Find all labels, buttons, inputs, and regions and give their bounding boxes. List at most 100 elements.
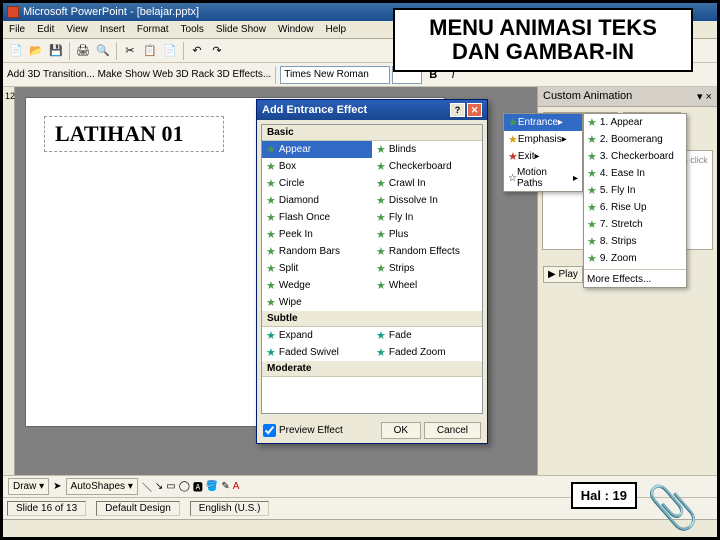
help-icon[interactable]: ? bbox=[450, 103, 465, 117]
fill-icon[interactable]: 🪣 bbox=[206, 481, 218, 492]
menu-tools[interactable]: Tools bbox=[175, 22, 210, 37]
dialog-titlebar[interactable]: Add Entrance Effect ? ✕ bbox=[257, 100, 487, 120]
effect-crawlin[interactable]: ★Crawl In bbox=[372, 175, 482, 192]
effect-wheel[interactable]: ★Wheel bbox=[372, 277, 482, 294]
effect-fade[interactable]: ★Fade bbox=[372, 327, 482, 344]
app-title: Microsoft PowerPoint - [belajar.pptx] bbox=[23, 6, 199, 18]
effect-diamond[interactable]: ★Diamond bbox=[262, 192, 372, 209]
effect-checkerboard[interactable]: ★Checkerboard bbox=[372, 158, 482, 175]
cut-icon[interactable]: ✂ bbox=[121, 42, 139, 60]
recent-flyin[interactable]: ★5. Fly In bbox=[584, 182, 686, 199]
save-icon[interactable]: 💾 bbox=[47, 42, 65, 60]
task-pane-title: Custom Animation bbox=[543, 90, 632, 103]
paste-icon[interactable]: 📄 bbox=[161, 42, 179, 60]
effect-expand[interactable]: ★Expand bbox=[262, 327, 372, 344]
new-icon[interactable]: 📄 bbox=[7, 42, 25, 60]
effect-peekin[interactable]: ★Peek In bbox=[262, 226, 372, 243]
menu-motion-paths[interactable]: ☆ Motion Paths ▸ bbox=[504, 165, 582, 191]
menu-edit[interactable]: Edit bbox=[31, 22, 60, 37]
recent-riseup[interactable]: ★6. Rise Up bbox=[584, 199, 686, 216]
close-icon[interactable]: ✕ bbox=[467, 103, 482, 117]
dialog-title: Add Entrance Effect bbox=[262, 104, 367, 116]
task-pane-header: Custom Animation ▾ × bbox=[538, 87, 717, 107]
effect-randombars[interactable]: ★Random Bars bbox=[262, 243, 372, 260]
recent-strips[interactable]: ★8. Strips bbox=[584, 233, 686, 250]
category-basic: Basic bbox=[262, 125, 482, 141]
print-icon[interactable]: 🖨 bbox=[74, 42, 92, 60]
more-effects[interactable]: More Effects... bbox=[584, 272, 686, 287]
rect-icon[interactable]: ▭ bbox=[166, 481, 175, 492]
effect-circle[interactable]: ★Circle bbox=[262, 175, 372, 192]
recent-appear[interactable]: ★1. Appear bbox=[584, 114, 686, 131]
copy-icon[interactable]: 📋 bbox=[141, 42, 159, 60]
effect-split[interactable]: ★Split bbox=[262, 260, 372, 277]
menu-emphasis[interactable]: ★ Emphasis ▸ bbox=[504, 131, 582, 148]
menu-help[interactable]: Help bbox=[320, 22, 353, 37]
effect-box[interactable]: ★Box bbox=[262, 158, 372, 175]
slide-title-box[interactable]: LATIHAN 01 bbox=[44, 116, 224, 152]
status-design: Default Design bbox=[96, 501, 180, 516]
textbox-icon[interactable]: 🅰 bbox=[193, 479, 203, 494]
thumb-number: 12 bbox=[5, 91, 15, 101]
effect-plus[interactable]: ★Plus bbox=[372, 226, 482, 243]
play-button[interactable]: ▶ Play bbox=[543, 266, 583, 283]
menu-view[interactable]: View bbox=[60, 22, 94, 37]
menu-insert[interactable]: Insert bbox=[94, 22, 131, 37]
menu-exit[interactable]: ★ Exit ▸ bbox=[504, 148, 582, 165]
effect-fadedswivel[interactable]: ★Faded Swivel bbox=[262, 344, 372, 361]
overlay-page-badge: Hal : 19 bbox=[571, 482, 637, 509]
addin-label[interactable]: Add 3D Transition... Make Show Web 3D Ra… bbox=[7, 69, 271, 80]
thumb-strip[interactable]: 12 bbox=[3, 87, 15, 486]
preview-checkbox[interactable]: Preview Effect bbox=[263, 424, 343, 437]
cancel-button[interactable]: Cancel bbox=[424, 422, 481, 439]
menu-slideshow[interactable]: Slide Show bbox=[210, 22, 272, 37]
category-moderate: Moderate bbox=[262, 361, 482, 377]
effect-strips[interactable]: ★Strips bbox=[372, 260, 482, 277]
recent-boomerang[interactable]: ★2. Boomerang bbox=[584, 131, 686, 148]
pointer-icon[interactable]: ➤ bbox=[53, 481, 61, 492]
effect-flashonce[interactable]: ★Flash Once bbox=[262, 209, 372, 226]
category-subtle: Subtle bbox=[262, 311, 482, 327]
draw-button[interactable]: Draw ▾ bbox=[8, 478, 49, 495]
overlay-title-badge: MENU ANIMASI TEKS DAN GAMBAR-IN bbox=[393, 8, 693, 72]
redo-icon[interactable]: ↷ bbox=[208, 42, 226, 60]
menu-entrance[interactable]: ★ Entrance ▸ bbox=[504, 114, 582, 131]
menu-file[interactable]: File bbox=[3, 22, 31, 37]
autoshapes-button[interactable]: AutoShapes ▾ bbox=[66, 478, 138, 495]
ok-button[interactable]: OK bbox=[381, 422, 421, 439]
undo-icon[interactable]: ↶ bbox=[188, 42, 206, 60]
oval-icon[interactable]: ◯ bbox=[179, 481, 190, 492]
effect-fadedzoom[interactable]: ★Faded Zoom bbox=[372, 344, 482, 361]
preview-icon[interactable]: 🔍 bbox=[94, 42, 112, 60]
effect-wipe[interactable]: ★Wipe bbox=[262, 294, 372, 311]
recent-easein[interactable]: ★4. Ease In bbox=[584, 165, 686, 182]
dialog-footer: Preview Effect OK Cancel bbox=[257, 418, 487, 443]
effect-wedge[interactable]: ★Wedge bbox=[262, 277, 372, 294]
effect-dissolvein[interactable]: ★Dissolve In bbox=[372, 192, 482, 209]
status-lang: English (U.S.) bbox=[190, 501, 270, 516]
status-slide: Slide 16 of 13 bbox=[7, 501, 86, 516]
line-icon[interactable]: ＼ bbox=[142, 479, 152, 494]
add-entrance-dialog: Add Entrance Effect ? ✕ Basic ★Appear ★B… bbox=[256, 99, 488, 444]
chevron-down-icon[interactable]: ▾ × bbox=[697, 90, 712, 103]
effects-list[interactable]: Basic ★Appear ★Blinds ★Box ★Checkerboard… bbox=[261, 124, 483, 414]
open-icon[interactable]: 📂 bbox=[27, 42, 45, 60]
menu-format[interactable]: Format bbox=[131, 22, 175, 37]
recent-zoom[interactable]: ★9. Zoom bbox=[584, 250, 686, 267]
effect-category-menu: ★ Entrance ▸ ★ Emphasis ▸ ★ Exit ▸ ☆ Mot… bbox=[503, 113, 583, 192]
recent-stretch[interactable]: ★7. Stretch bbox=[584, 216, 686, 233]
font-name-box[interactable]: Times New Roman bbox=[280, 66, 390, 84]
effect-randomeffects[interactable]: ★Random Effects bbox=[372, 243, 482, 260]
effect-appear[interactable]: ★Appear bbox=[262, 141, 372, 158]
effect-flyin[interactable]: ★Fly In bbox=[372, 209, 482, 226]
app-icon bbox=[7, 6, 19, 18]
arrow-icon[interactable]: ↘ bbox=[155, 481, 163, 492]
effect-blinds[interactable]: ★Blinds bbox=[372, 141, 482, 158]
font-color-icon[interactable]: A bbox=[233, 481, 240, 492]
bottom-pad bbox=[3, 519, 717, 537]
menu-window[interactable]: Window bbox=[272, 22, 320, 37]
recent-effects-menu: ★1. Appear ★2. Boomerang ★3. Checkerboar… bbox=[583, 113, 687, 288]
recent-checkerboard[interactable]: ★3. Checkerboard bbox=[584, 148, 686, 165]
clippy-icon[interactable]: 📎 bbox=[647, 484, 699, 533]
line-color-icon[interactable]: ✎ bbox=[221, 481, 229, 492]
